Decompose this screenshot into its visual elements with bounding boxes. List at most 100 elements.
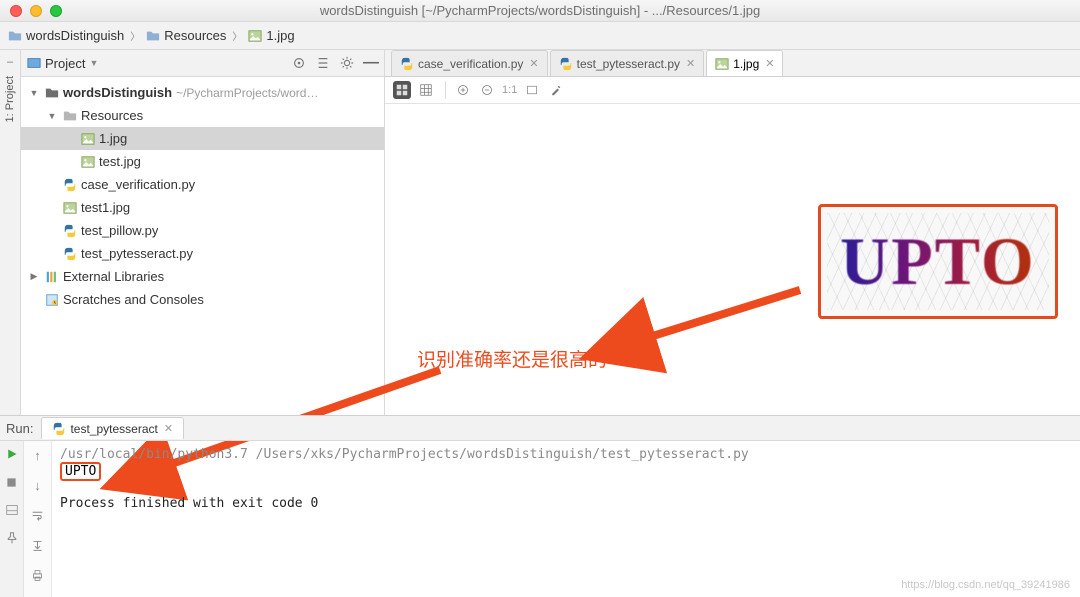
- expand-toggle[interactable]: [27, 271, 41, 282]
- wrap-icon[interactable]: [30, 507, 46, 523]
- grid-4-icon[interactable]: [393, 81, 411, 99]
- tree-label: case_verification.py: [81, 177, 195, 192]
- tree-label: test1.jpg: [81, 200, 130, 215]
- tree-row[interactable]: test.jpg: [21, 150, 384, 173]
- editor-tab[interactable]: test_pytesseract.py ✕: [550, 50, 705, 76]
- zoom-in-icon[interactable]: [454, 81, 472, 99]
- python-icon: [63, 178, 77, 192]
- folder-icon: [8, 29, 22, 43]
- python-icon: [52, 422, 66, 436]
- breadcrumb-bar: wordsDistinguish 〉 Resources 〉 1.jpg: [0, 22, 1080, 50]
- python-icon: [63, 247, 77, 261]
- window-zoom-button[interactable]: [50, 5, 62, 17]
- breadcrumb-label: wordsDistinguish: [26, 28, 124, 43]
- run-tool-window: Run: test_pytesseract ✕ ↑ ↓ /usr/local/b…: [0, 415, 1080, 597]
- project-panel: Project ▼ — wordsDistinguish ~/PycharmPr…: [21, 50, 385, 415]
- run-tab-label: test_pytesseract: [70, 422, 157, 436]
- arrow-down-icon[interactable]: ↓: [30, 477, 46, 493]
- grid-9-icon[interactable]: [417, 81, 435, 99]
- run-console[interactable]: /usr/local/bin/python3.7 /Users/xks/Pych…: [52, 441, 1080, 597]
- tree-row[interactable]: wordsDistinguish ~/PycharmProjects/word…: [21, 81, 384, 104]
- close-icon[interactable]: ✕: [765, 57, 774, 70]
- chevron-right-icon: 〉: [232, 28, 242, 43]
- window-title: wordsDistinguish [~/PycharmProjects/word…: [0, 3, 1080, 18]
- tree-row[interactable]: test_pillow.py: [21, 219, 384, 242]
- scroll-to-end-icon[interactable]: [30, 537, 46, 553]
- watermark: https://blog.csdn.net/qq_39241986: [901, 579, 1070, 591]
- titlebar: wordsDistinguish [~/PycharmProjects/word…: [0, 0, 1080, 22]
- project-panel-header: Project ▼ —: [21, 50, 384, 77]
- project-panel-title: Project: [45, 56, 85, 71]
- zoom-out-icon[interactable]: [478, 81, 496, 99]
- close-icon[interactable]: ✕: [686, 57, 695, 70]
- image-icon: [63, 201, 77, 215]
- expand-toggle[interactable]: [27, 88, 41, 98]
- tree-row[interactable]: Scratches and Consoles: [21, 288, 384, 311]
- tree-label: Scratches and Consoles: [63, 292, 204, 307]
- lib-icon: [45, 270, 59, 284]
- zoom-ratio[interactable]: 1:1: [502, 84, 517, 96]
- editor-tabs: case_verification.py✕test_pytesseract.py…: [385, 50, 1080, 77]
- dropdown-icon[interactable]: ▼: [89, 58, 98, 68]
- tree-row[interactable]: test_pytesseract.py: [21, 242, 384, 265]
- breadcrumb-label: Resources: [164, 28, 226, 43]
- close-icon[interactable]: ✕: [164, 422, 173, 435]
- run-stop-icon[interactable]: [5, 475, 19, 489]
- window-close-button[interactable]: [10, 5, 22, 17]
- breadcrumb-item[interactable]: wordsDistinguish: [8, 28, 124, 43]
- folder-dark-icon: [45, 86, 59, 100]
- chevron-right-icon: 〉: [130, 28, 140, 43]
- image-icon: [715, 57, 729, 71]
- run-tab[interactable]: test_pytesseract ✕: [41, 417, 184, 439]
- run-play-icon[interactable]: [5, 447, 19, 461]
- arrow-up-icon[interactable]: ↑: [30, 447, 46, 463]
- image-icon: [81, 155, 95, 169]
- collapse-all-icon[interactable]: [316, 56, 330, 70]
- project-icon: [27, 56, 41, 70]
- run-header: Run: test_pytesseract ✕: [0, 416, 1080, 441]
- fit-icon[interactable]: [523, 81, 541, 99]
- annotation-text: 识别准确率还是很高的: [417, 345, 607, 372]
- close-icon[interactable]: ✕: [529, 57, 538, 70]
- editor-tab[interactable]: 1.jpg ✕: [706, 50, 783, 76]
- rail-project-tab[interactable]: 1: Project: [4, 76, 16, 122]
- tree-label: test_pytesseract.py: [81, 246, 193, 261]
- folder-icon: [146, 29, 160, 43]
- folder-light-icon: [63, 109, 77, 123]
- tree-row[interactable]: case_verification.py: [21, 173, 384, 196]
- tree-label: 1.jpg: [99, 131, 127, 146]
- tree-row[interactable]: External Libraries: [21, 265, 384, 288]
- tree-row[interactable]: 1.jpg: [21, 127, 384, 150]
- expand-toggle[interactable]: [45, 111, 59, 121]
- print-icon[interactable]: [30, 567, 46, 583]
- captcha-text: UPTO: [840, 222, 1036, 301]
- hide-panel-icon[interactable]: —: [364, 56, 378, 70]
- editor-tab-label: case_verification.py: [418, 57, 523, 71]
- run-gutter-primary: [0, 441, 24, 597]
- gear-icon[interactable]: [340, 56, 354, 70]
- editor-tab-label: 1.jpg: [733, 57, 759, 71]
- image-toolbar: 1:1: [385, 77, 1080, 104]
- color-picker-icon[interactable]: [547, 81, 565, 99]
- python-icon: [400, 57, 414, 71]
- target-icon[interactable]: [292, 56, 306, 70]
- python-icon: [63, 224, 77, 238]
- console-exit-line: Process finished with exit code 0: [60, 496, 318, 511]
- left-tool-rail: – 1: Project: [0, 50, 21, 415]
- scratch-icon: [45, 293, 59, 307]
- run-gutter-secondary: ↑ ↓: [24, 441, 52, 597]
- tree-row[interactable]: Resources: [21, 104, 384, 127]
- run-pin-icon[interactable]: [5, 531, 19, 545]
- breadcrumb-item[interactable]: Resources: [146, 28, 226, 43]
- breadcrumb-item[interactable]: 1.jpg: [248, 28, 294, 43]
- window-minimize-button[interactable]: [30, 5, 42, 17]
- run-layout-icon[interactable]: [5, 503, 19, 517]
- editor-tab-label: test_pytesseract.py: [577, 57, 680, 71]
- console-output-highlight: UPTO: [60, 462, 101, 481]
- python-icon: [559, 57, 573, 71]
- tree-row[interactable]: test1.jpg: [21, 196, 384, 219]
- project-tree[interactable]: wordsDistinguish ~/PycharmProjects/word……: [21, 77, 384, 315]
- editor-tab[interactable]: case_verification.py ✕: [391, 50, 548, 76]
- console-command: /usr/local/bin/python3.7 /Users/xks/Pych…: [60, 447, 749, 462]
- minimize-icon[interactable]: –: [7, 56, 13, 68]
